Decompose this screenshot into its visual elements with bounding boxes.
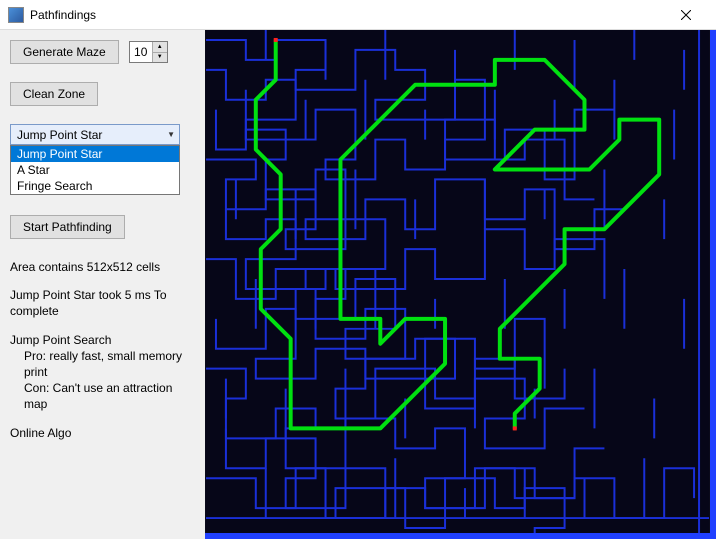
chevron-down-icon: ▼	[167, 130, 175, 139]
app-icon	[8, 7, 24, 23]
algo-pro: Pro: really fast, small memory print	[10, 348, 195, 380]
dropdown-option[interactable]: Jump Point Star	[11, 146, 179, 162]
algo-con: Con: Can't use an attraction map	[10, 380, 195, 412]
combobox-selected: Jump Point Star	[17, 128, 102, 142]
timing-info: Jump Point Star took 5 ms To complete	[10, 287, 195, 319]
close-button[interactable]	[663, 1, 708, 29]
clean-zone-button[interactable]: Clean Zone	[10, 82, 98, 106]
maze-canvas	[205, 30, 716, 539]
algorithm-dropdown: Jump Point Star A Star Fringe Search	[10, 145, 180, 195]
spinner-input[interactable]	[130, 42, 152, 62]
spinner-down[interactable]: ▼	[152, 53, 167, 63]
control-panel: Generate Maze ▲ ▼ Clean Zone Jump Point …	[0, 30, 205, 539]
dropdown-option[interactable]: Fringe Search	[11, 178, 179, 194]
algo-name: Jump Point Search	[10, 332, 195, 348]
algorithm-combobox[interactable]: Jump Point Star ▼	[10, 124, 180, 145]
window-title: Pathfindings	[30, 8, 96, 22]
spinner-up[interactable]: ▲	[152, 42, 167, 53]
size-spinner[interactable]: ▲ ▼	[129, 41, 168, 63]
start-pathfinding-button[interactable]: Start Pathfinding	[10, 215, 125, 239]
area-info: Area contains 512x512 cells	[10, 259, 195, 275]
titlebar: Pathfindings	[0, 0, 716, 30]
online-algo: Online Algo	[10, 425, 195, 441]
dropdown-option[interactable]: A Star	[11, 162, 179, 178]
maze-svg	[205, 30, 710, 533]
generate-maze-button[interactable]: Generate Maze	[10, 40, 119, 64]
